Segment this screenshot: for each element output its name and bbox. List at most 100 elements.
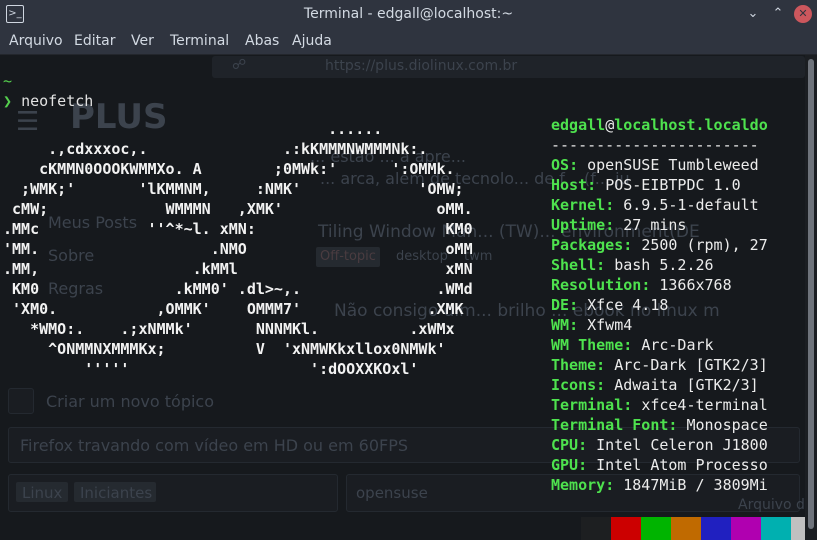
background-topic-input-text: Firefox travando com vídeo em HD ou em 6… (20, 436, 409, 455)
menu-arquivo[interactable]: Arquivo (9, 33, 63, 49)
logo-line: ''''' ':dOOXXKOxl' (3, 360, 419, 378)
info-row-uptime: Uptime: 27 mins (551, 216, 687, 234)
background-attach-label: Arquivo de (738, 497, 805, 513)
palette-swatch (761, 517, 791, 540)
logo-line: ^ONMMNXMMMKx; V 'xNMWKkxllox0NMWk' (3, 340, 446, 358)
background-tag-input-text: opensuse (356, 484, 428, 502)
username: edgall (551, 116, 606, 134)
info-value: 6.9.5-1-default (623, 196, 759, 214)
menu-terminal[interactable]: Terminal (170, 33, 229, 49)
info-key: GPU (551, 456, 579, 474)
info-value: 1847MiB / 3809Mi (623, 476, 768, 494)
chevron-down-icon: ⌄ (747, 6, 759, 21)
info-key: Uptime (551, 216, 606, 234)
info-value: Xfce 4.18 (587, 296, 669, 314)
chevron-up-icon: ⌃ (772, 6, 784, 21)
info-row-terminal-font: Terminal Font: Monospace (551, 416, 768, 434)
info-key: Terminal Font (551, 416, 669, 434)
scrollbar-thumb[interactable] (808, 59, 814, 529)
info-value: 1366x768 (659, 276, 732, 294)
hostname: localhost.localdo (614, 116, 768, 134)
info-row-terminal: Terminal: xfce4-terminal (551, 396, 768, 414)
info-key: Shell (551, 256, 597, 274)
info-key: DE (551, 296, 570, 314)
info-row-kernel: Kernel: 6.9.5-1-default (551, 196, 759, 214)
menu-editar[interactable]: Editar (74, 33, 115, 49)
close-icon: ✕ (798, 7, 808, 20)
info-value: Intel Celeron J1800 (596, 436, 768, 454)
info-row-packages: Packages: 2500 (rpm), 27 (551, 236, 768, 254)
menu-abas[interactable]: Abas (245, 33, 279, 49)
info-key: Icons (551, 376, 597, 394)
info-key: WM Theme (551, 336, 624, 354)
shell-prompt: ~ ❯ neofetch (3, 71, 93, 111)
system-info: edgall@localhost.localdo ----------------… (551, 115, 768, 495)
terminal-window: >_ Terminal - edgall@localhost:~ ⌄ ⌃ ✕ A… (0, 0, 817, 540)
palette-swatch (731, 517, 761, 540)
menu-ver[interactable]: Ver (131, 33, 154, 49)
info-value: POS-EIBTPDC 1.0 (605, 176, 741, 194)
info-value: Arc-Dark (641, 336, 714, 354)
info-value: Xfwm4 (587, 316, 633, 334)
info-key: Theme (551, 356, 597, 374)
info-value: Intel Atom Processo (596, 456, 768, 474)
info-row-theme: Theme: Arc-Dark [GTK2/3] (551, 356, 768, 374)
logo-line: 'MM. .NMO oMM (3, 240, 473, 258)
info-row-host: Host: POS-EIBTPDC 1.0 (551, 176, 741, 194)
palette-swatch (611, 517, 641, 540)
logo-line: 'XM0. ,OMMK' OMMM7' .XMK (3, 300, 464, 318)
info-value: Monospace (686, 416, 768, 434)
info-key: CPU (551, 436, 579, 454)
user-host: edgall@localhost.localdo (551, 115, 768, 135)
logo-line: ;WMK;' 'lKMMNM, :NMK' 'OMW; (3, 180, 464, 198)
background-lock-icon: ☍ (232, 57, 247, 73)
background-new-topic: Criar um novo tópico (46, 392, 214, 411)
close-button[interactable]: ✕ (794, 5, 812, 23)
info-value: 27 mins (623, 216, 687, 234)
info-row-wm-theme: WM Theme: Arc-Dark (551, 336, 714, 354)
info-row-icons: Icons: Adwaita [GTK2/3] (551, 376, 759, 394)
logo-line: .MMc ''^*~l. xMN: KM0 (3, 220, 473, 238)
info-key: Packages (551, 236, 624, 254)
cwd-indicator: ~ (3, 72, 13, 90)
background-category-iniciantes-label: Iniciantes (80, 484, 153, 502)
info-value: Adwaita [GTK2/3] (614, 376, 759, 394)
logo-line: cKMMN0OOOKWMMXo. A ;0MWk:' ':OMMk. (3, 160, 455, 178)
command-text: neofetch (21, 92, 94, 110)
prompt-symbol: ❯ (3, 92, 13, 110)
logo-line: *WMO:. .;xNMMk' NNNMKl. .xWMx (3, 320, 455, 338)
at-sign: @ (605, 116, 615, 134)
info-value: bash 5.2.26 (614, 256, 714, 274)
info-row-shell: Shell: bash 5.2.26 (551, 256, 714, 274)
info-value: xfce4-terminal (641, 396, 768, 414)
palette-swatch (791, 517, 805, 540)
info-row-memory: Memory: 1847MiB / 3809Mi (551, 476, 768, 494)
info-key: Terminal (551, 396, 624, 414)
info-value: Arc-Dark [GTK2/3] (614, 356, 768, 374)
logo-line: cMW; WMMMN ,XMK' oMM. (3, 200, 473, 218)
logo-line: .,cdxxxoc,. .:kKMMMNWMMMNk:. (3, 140, 428, 158)
info-key: Host (551, 176, 588, 194)
title-bar[interactable]: >_ Terminal - edgall@localhost:~ ⌄ ⌃ ✕ (0, 0, 817, 28)
info-key: Memory (551, 476, 606, 494)
logo-line: .MM, .kMMl xMN (3, 260, 473, 278)
logo-line: ...... (3, 120, 383, 138)
info-key: WM (551, 316, 570, 334)
info-row-os: OS: openSUSE Tumbleweed (551, 156, 759, 174)
terminal-scrollbar[interactable] (805, 55, 817, 540)
logo-line: KM0 .kMM0' .dl>~,. .WMd (3, 280, 473, 298)
opensuse-ascii-logo: ...... .,cdxxxoc,. .:kKMMMNWMMMNk:. cKMM… (3, 119, 473, 379)
info-key: Resolution (551, 276, 642, 294)
info-row-wm: WM: Xfwm4 (551, 316, 633, 334)
maximize-button[interactable]: ⌃ (769, 5, 787, 23)
palette-swatch (581, 517, 611, 540)
info-separator: ----------------------- (551, 136, 759, 154)
info-key: OS (551, 156, 570, 174)
menu-ajuda[interactable]: Ajuda (292, 33, 332, 49)
background-category-linux-label: Linux (22, 484, 63, 502)
palette-swatch (641, 517, 671, 540)
terminal-area[interactable]: ☍ https://plus.diolinux.com.br ☰ PLUS ..… (0, 55, 805, 540)
palette-swatch (671, 517, 701, 540)
minimize-button[interactable]: ⌄ (744, 5, 762, 23)
window-title: Terminal - edgall@localhost:~ (303, 6, 514, 22)
